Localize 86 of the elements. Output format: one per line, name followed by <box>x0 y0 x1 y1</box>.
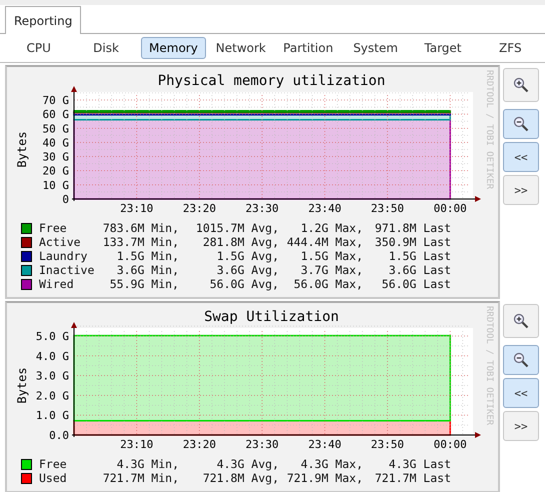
subtab[interactable]: ZFS <box>478 37 543 59</box>
legend-last: 3.6G Last <box>388 263 451 277</box>
y-tick-label: 50 G <box>42 122 69 136</box>
legend-last: 350.9M Last <box>374 235 451 249</box>
y-tick-label: 3.0 G <box>36 370 69 383</box>
legend-min: 783.6M Min, <box>102 221 179 235</box>
legend-max: 4.3G Max, <box>300 457 363 471</box>
legend-last: 721.7M Last <box>374 471 451 485</box>
legend-min: 133.7M Min, <box>102 235 179 249</box>
y-tick-label: 0 <box>62 193 69 206</box>
y-tick-label: 1.0 G <box>36 409 69 422</box>
subtab[interactable]: System <box>342 37 408 59</box>
scroll-button[interactable]: << <box>503 378 539 408</box>
y-tick-label: 70 G <box>42 94 69 107</box>
legend-name: Laundry <box>38 249 88 263</box>
legend-min: 721.7M Min, <box>102 471 179 485</box>
scroll-button[interactable]: >> <box>503 411 539 441</box>
y-tick-label: 4.0 G <box>36 350 69 363</box>
legend-avg: 1015.7M Avg, <box>194 221 279 235</box>
legend-max: 444.4M Max, <box>286 235 363 249</box>
legend-name: Free <box>38 221 68 235</box>
legend-min: 4.3G Min, <box>116 457 179 471</box>
y-axis-label: Bytes <box>15 131 29 168</box>
x-tick-label: 23:20 <box>182 202 216 215</box>
legend-avg: 3.6G Avg, <box>216 263 279 277</box>
x-tick-label: 23:20 <box>182 438 216 451</box>
zoom-in-icon <box>513 77 529 93</box>
subtab[interactable]: Partition <box>276 37 341 59</box>
zoom-out-button[interactable] <box>503 109 539 139</box>
y-tick-label: 20 G <box>42 164 69 178</box>
y-tick-label: 0.0 <box>49 429 69 442</box>
subtab[interactable]: Memory <box>140 37 206 59</box>
zoom-out-icon <box>513 116 529 132</box>
y-tick-label: 40 G <box>42 136 69 150</box>
y-tick-label: 30 G <box>42 150 69 164</box>
subtab[interactable]: Disk <box>73 37 139 59</box>
legend-last: 971.8M Last <box>374 221 451 235</box>
legend-avg: 1.5G Avg, <box>216 249 279 263</box>
x-tick-label: 23:10 <box>120 438 154 451</box>
legend-max: 1.2G Max, <box>300 221 363 235</box>
legend-name: Wired <box>38 277 75 291</box>
legend-last: 56.0G Last <box>380 277 451 291</box>
legend-max: 56.0G Max, <box>292 277 363 291</box>
chart-title: Swap Utilization <box>204 309 339 325</box>
subtab[interactable]: Network <box>208 37 274 59</box>
legend-min: 1.5G Min, <box>116 249 179 263</box>
legend-name: Active <box>38 235 82 249</box>
x-tick-label: 00:00 <box>434 202 467 215</box>
legend-max: 1.5G Max, <box>300 249 363 263</box>
x-tick-label: 00:00 <box>434 438 467 451</box>
legend-name: Inactive <box>38 263 95 277</box>
x-tick-label: 23:30 <box>246 438 279 451</box>
x-tick-label: 23:10 <box>120 202 154 215</box>
legend-last: 1.5G Last <box>388 249 451 263</box>
y-tick-label: 2.0 G <box>36 389 69 402</box>
legend-avg: 281.8M Avg, <box>202 235 279 249</box>
legend-min: 3.6G Min, <box>116 263 179 277</box>
x-tick-label: 23:40 <box>308 202 342 215</box>
subtab[interactable]: CPU <box>6 37 72 59</box>
y-tick-label: 5.0 G <box>36 330 69 343</box>
y-tick-label: 60 G <box>42 108 69 122</box>
legend-last: 4.3G Last <box>388 457 451 471</box>
x-tick-label: 23:50 <box>370 438 404 451</box>
legend-name: Used <box>38 471 68 485</box>
scroll-button[interactable]: >> <box>503 175 539 205</box>
legend-max: 3.7G Max, <box>300 263 363 277</box>
tab[interactable]: Reporting <box>5 6 82 34</box>
legend-avg: 4.3G Avg, <box>216 457 279 471</box>
zoom-out-button[interactable] <box>503 345 539 375</box>
zoom-in-button[interactable] <box>503 68 539 102</box>
x-tick-label: 23:40 <box>308 438 342 451</box>
legend-max: 721.9M Max, <box>286 471 363 485</box>
zoom-in-icon <box>513 313 529 329</box>
legend-avg: 721.8M Avg, <box>202 471 279 485</box>
zoom-out-icon <box>513 352 529 368</box>
subtab[interactable]: Target <box>410 37 476 59</box>
legend-avg: 56.0G Avg, <box>208 277 279 291</box>
zoom-in-button[interactable] <box>503 304 539 338</box>
chart-title: Physical memory utilization <box>158 73 386 89</box>
scroll-button[interactable]: << <box>503 142 539 172</box>
y-axis-label: Bytes <box>15 367 29 404</box>
x-tick-label: 23:30 <box>246 202 279 215</box>
legend-name: Free <box>38 457 68 471</box>
legend-min: 55.9G Min, <box>108 277 179 291</box>
y-tick-label: 10 G <box>42 178 69 192</box>
x-tick-label: 23:50 <box>370 202 404 215</box>
